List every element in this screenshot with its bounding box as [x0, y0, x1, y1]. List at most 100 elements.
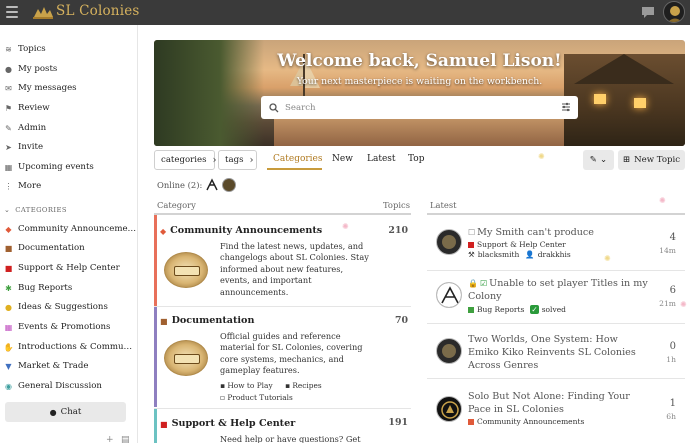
tab-new[interactable]: New	[332, 154, 353, 164]
topic-author-avatar[interactable]	[436, 229, 462, 255]
topic-category-link[interactable]: Community Announcements	[468, 417, 584, 426]
unchecked-icon: ☐	[468, 228, 476, 237]
categories-section-toggle[interactable]: ⌄ CATEGORIES	[4, 206, 67, 214]
book-icon: ■	[160, 315, 168, 326]
topic-tag[interactable]: blacksmith	[478, 250, 520, 259]
latest-topic-row[interactable]: Solo But Not Alone: Finding Your Pace in…	[427, 379, 685, 435]
online-user-avatar[interactable]	[205, 178, 220, 192]
subcategory-link[interactable]: ▪ How to Play	[220, 381, 278, 390]
sidebar-item-my-messages[interactable]: ✉ My messages	[4, 81, 77, 95]
categories-filter-dropdown[interactable]: categories ›	[154, 150, 217, 170]
user-avatar[interactable]	[663, 1, 685, 23]
category-color-bar	[154, 409, 157, 443]
latest-topic-row[interactable]: Two Worlds, One System: How Emiko Kiko R…	[427, 324, 685, 378]
envelope-icon: ✉	[5, 83, 12, 93]
sidebar-category-events[interactable]: ▦ Events & Promotions	[4, 320, 111, 334]
sidebar-item-label: Admin	[18, 123, 47, 133]
category-title[interactable]: ■ Support & Help Center	[160, 418, 295, 429]
admin-tools-dropdown[interactable]: ✎ ⌄	[583, 150, 614, 170]
topic-tag[interactable]: drakkhis	[538, 250, 571, 259]
sidebar-item-review[interactable]: ⚑ Review	[4, 101, 50, 115]
sidebar-category-ideas[interactable]: ● Ideas & Suggestions	[4, 300, 108, 314]
topic-title-text: Solo But Not Alone: Finding Your Pace in…	[468, 391, 630, 415]
topic-author-avatar[interactable]	[436, 396, 462, 422]
sidebar-category-label: Ideas & Suggestions	[18, 302, 108, 312]
new-topic-button[interactable]: ⊞ New Topic	[618, 150, 685, 170]
category-color-bar	[154, 215, 157, 306]
sidebar-item-more[interactable]: ⋮ More	[4, 179, 42, 193]
sidebar-item-my-posts[interactable]: ● My posts	[4, 62, 57, 76]
online-user-avatar[interactable]	[222, 178, 237, 192]
hero-search-input[interactable]: Search	[261, 96, 578, 119]
topic-title[interactable]: Solo But Not Alone: Finding Your Pace in…	[468, 390, 648, 416]
category-logo	[164, 252, 208, 288]
sparkle-icon: ✺	[538, 152, 545, 161]
topic-title-text: Unable to set player Titles in my Colony	[468, 278, 648, 302]
sidebar-category-documentation[interactable]: ■ Documentation	[4, 241, 85, 255]
tab-top[interactable]: Top	[408, 154, 424, 164]
sidebar-category-label: General Discussion	[18, 381, 102, 391]
subcategory-link[interactable]: ▫ Product Tutorials	[220, 393, 298, 402]
chat-button[interactable]: ● Chat	[5, 402, 126, 422]
site-title[interactable]: SL Colonies	[56, 3, 140, 19]
latest-heading: Latest	[430, 200, 457, 210]
sidebar-item-admin[interactable]: ✎ Admin	[4, 121, 46, 135]
subcategory-link[interactable]: ▪ Recipes	[285, 381, 327, 390]
sidebar-item-label: Review	[18, 103, 50, 113]
category-title[interactable]: ■ Documentation	[160, 315, 254, 326]
topic-title[interactable]: 🔒 ☑ Unable to set player Titles in my Colo…	[468, 277, 648, 303]
category-row-support[interactable]: ■ Support & Help Center 191 Need help or …	[154, 409, 411, 443]
latest-topic-row[interactable]: ☐ My Smith can't produce Support & Help C…	[427, 215, 685, 270]
sidebar-item-label: My messages	[18, 83, 77, 93]
paper-plane-icon: ➤	[5, 142, 12, 152]
topic-category-link[interactable]: Support & Help Center	[468, 240, 566, 249]
sidebar-category-market[interactable]: ▼ Market & Trade	[4, 359, 88, 373]
bell-icon: ◆	[160, 225, 167, 236]
site-logo-icon[interactable]	[32, 5, 54, 20]
bug-icon: ✱	[5, 283, 12, 293]
sidebar-category-support[interactable]: ■ Support & Help Center	[4, 261, 120, 275]
topic-author-avatar[interactable]	[436, 282, 462, 308]
chat-bubble-icon[interactable]	[640, 5, 656, 19]
cart-icon: ▼	[5, 361, 12, 371]
topic-tag[interactable]: solved	[542, 305, 566, 314]
sidebar-category-introductions[interactable]: ✋ Introductions & Commu…	[3, 340, 133, 354]
sidebar-item-topics[interactable]: ≋ Topics	[4, 42, 46, 56]
sparkle-icon: ✺	[659, 196, 666, 205]
sidebar-item-invite[interactable]: ➤ Invite	[4, 140, 43, 154]
plus-square-icon: ⊞	[622, 155, 631, 165]
hammer-icon: ⚒	[468, 250, 475, 259]
topic-title[interactable]: ☐ My Smith can't produce	[468, 226, 648, 239]
support-icon: ■	[4, 263, 13, 273]
sidebar-settings-icon[interactable]: ▤	[121, 435, 130, 443]
search-icon	[269, 102, 279, 113]
tab-latest[interactable]: Latest	[367, 154, 396, 164]
topic-author-avatar[interactable]	[436, 338, 462, 364]
topic-last-activity[interactable]: 1h	[666, 355, 676, 364]
sidebar-add-button[interactable]: +	[106, 435, 114, 443]
topic-last-activity[interactable]: 14m	[659, 246, 676, 255]
wrench-icon: ✎	[589, 155, 597, 165]
tags-filter-dropdown[interactable]: tags ›	[218, 150, 257, 170]
sidebar-category-bug-reports[interactable]: ✱ Bug Reports	[4, 281, 72, 295]
tab-categories[interactable]: Categories	[273, 154, 323, 164]
wave-icon: ✋	[3, 342, 14, 352]
category-row-community-announcements[interactable]: ◆ Community Announcements 210 Find the la…	[154, 215, 411, 306]
support-icon: ■	[160, 418, 168, 429]
sidebar-category-general[interactable]: ◉ General Discussion	[4, 379, 102, 393]
topic-category-link[interactable]: Bug Reports ✓ solved	[468, 305, 566, 314]
topic-last-activity[interactable]: 6h	[666, 412, 676, 421]
category-row-documentation[interactable]: ■ Documentation 70 Official guides and re…	[154, 307, 411, 407]
category-title[interactable]: ◆ Community Announcements	[160, 225, 322, 236]
topic-title[interactable]: Two Worlds, One System: How Emiko Kiko R…	[468, 333, 648, 372]
latest-topic-row[interactable]: 🔒 ☑ Unable to set player Titles in my Colo…	[427, 271, 685, 323]
category-topic-count: 210	[388, 225, 408, 236]
topic-last-activity[interactable]: 21m	[659, 299, 676, 308]
hamburger-menu-icon[interactable]	[6, 6, 18, 18]
sidebar-category-community-announcements[interactable]: ◆ Community Announceme…	[4, 222, 136, 236]
topic-title-text: My Smith can't produce	[477, 227, 594, 238]
sidebar-item-upcoming-events[interactable]: ▦ Upcoming events	[4, 160, 94, 174]
search-options-icon[interactable]	[561, 102, 571, 112]
sidebar-category-label: Events & Promotions	[18, 322, 111, 332]
category-topic-count: 70	[394, 315, 408, 326]
